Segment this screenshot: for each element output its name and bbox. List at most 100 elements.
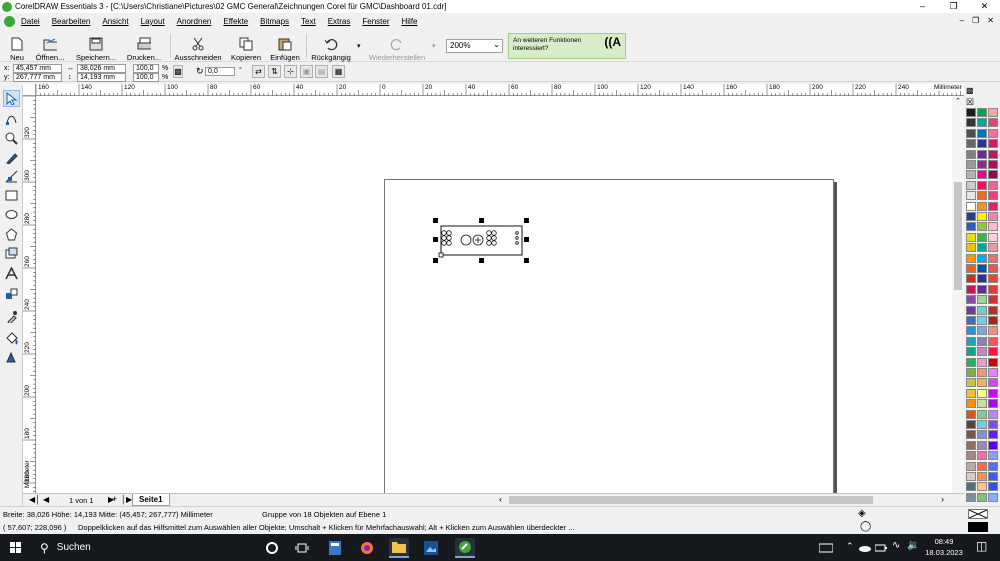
undo-dropdown-icon[interactable]: ▾: [357, 42, 361, 50]
color-swatch[interactable]: [966, 180, 976, 190]
clock-date[interactable]: 18.03.2023: [922, 548, 966, 557]
color-swatch[interactable]: [988, 180, 998, 190]
lock-ratio-button[interactable]: ▩: [173, 65, 183, 78]
rectangle-tool-icon[interactable]: [3, 187, 20, 204]
color-swatch[interactable]: [966, 108, 976, 117]
color-swatch[interactable]: [988, 264, 998, 273]
color-swatch[interactable]: [988, 461, 998, 471]
color-swatch[interactable]: [977, 243, 987, 253]
calculator-app-icon[interactable]: [325, 538, 345, 558]
y-position-field[interactable]: 267,777 mm: [13, 73, 62, 82]
color-swatch[interactable]: [966, 305, 976, 315]
color-swatch[interactable]: [977, 128, 987, 138]
color-swatch[interactable]: [988, 388, 998, 398]
color-swatch[interactable]: [988, 420, 998, 429]
interactive-fill-tool-icon[interactable]: [3, 349, 20, 366]
copy-button[interactable]: Kopieren: [230, 32, 262, 62]
color-swatch[interactable]: [988, 201, 998, 211]
color-swatch[interactable]: [977, 170, 987, 180]
text-tool-icon[interactable]: [3, 265, 20, 282]
wifi-icon[interactable]: ∿: [892, 540, 900, 551]
no-color-swatch[interactable]: ☒: [966, 97, 974, 108]
menu-fenster[interactable]: Fenster: [362, 17, 389, 26]
smart-fill-tool-icon[interactable]: [3, 168, 20, 185]
color-swatch[interactable]: [977, 492, 987, 502]
color-swatch[interactable]: [988, 222, 998, 232]
menu-hilfe[interactable]: Hilfe: [402, 17, 418, 26]
scroll-right-icon[interactable]: ›: [941, 494, 944, 504]
color-swatch[interactable]: [977, 180, 987, 190]
color-swatch[interactable]: [988, 430, 998, 440]
x-position-field[interactable]: 45,457 mm: [13, 64, 62, 73]
color-swatch[interactable]: [966, 118, 976, 128]
color-swatch[interactable]: [977, 440, 987, 450]
color-swatch[interactable]: [988, 336, 998, 346]
color-swatch[interactable]: [966, 212, 976, 221]
shape-tool-icon[interactable]: [3, 110, 20, 127]
color-swatch[interactable]: [988, 160, 998, 169]
color-swatch[interactable]: [966, 336, 976, 346]
color-swatch[interactable]: [966, 430, 976, 440]
paste-button[interactable]: Einfügen: [269, 32, 301, 62]
color-swatch[interactable]: [988, 108, 998, 117]
previous-page-icon[interactable]: ◀: [43, 495, 49, 504]
firefox-app-icon[interactable]: [357, 538, 377, 558]
color-swatch[interactable]: [977, 264, 987, 273]
eyedropper-tool-icon[interactable]: [3, 308, 20, 325]
color-swatch[interactable]: [977, 316, 987, 325]
color-swatch[interactable]: [977, 284, 987, 294]
mirror-vertical-button[interactable]: ⇅: [268, 65, 281, 78]
color-swatch[interactable]: [988, 284, 998, 294]
color-swatch[interactable]: [988, 482, 998, 492]
coreldraw-taskbar-icon[interactable]: [455, 538, 475, 558]
color-swatch[interactable]: [977, 388, 987, 398]
color-swatch[interactable]: [966, 347, 976, 357]
color-swatch[interactable]: [988, 253, 998, 263]
close-button[interactable]: ✕: [969, 0, 1000, 13]
open-button[interactable]: Öffnen...: [33, 32, 67, 62]
menu-bitmaps[interactable]: Bitmaps: [260, 17, 289, 26]
menu-text[interactable]: Text: [301, 17, 316, 26]
color-swatch[interactable]: [988, 295, 998, 305]
fill-tool-icon[interactable]: [3, 330, 20, 347]
drawing-canvas[interactable]: [36, 96, 952, 493]
color-swatch[interactable]: [966, 232, 976, 242]
doc-restore-button[interactable]: ❐: [972, 16, 979, 25]
color-swatch[interactable]: [977, 232, 987, 242]
color-swatch[interactable]: [977, 149, 987, 159]
ungroup-button[interactable]: ▤: [315, 65, 328, 78]
color-swatch[interactable]: [988, 378, 998, 388]
menu-effekte[interactable]: Effekte: [223, 17, 248, 26]
align-button[interactable]: ⊹: [284, 65, 297, 78]
color-swatch[interactable]: [988, 274, 998, 284]
horizontal-scroll-thumb[interactable]: [509, 496, 873, 504]
color-swatch[interactable]: [966, 201, 976, 211]
minimize-button[interactable]: –: [907, 0, 938, 13]
color-swatch[interactable]: [977, 253, 987, 263]
color-swatch[interactable]: [977, 409, 987, 419]
color-swatch[interactable]: [977, 326, 987, 336]
cortana-icon[interactable]: [262, 538, 282, 558]
color-swatch[interactable]: [966, 451, 976, 461]
color-swatch[interactable]: [966, 139, 976, 149]
color-swatch[interactable]: [977, 347, 987, 357]
redo-dropdown-icon[interactable]: ▾: [432, 42, 436, 50]
color-swatch[interactable]: [988, 472, 998, 481]
tab-page-1[interactable]: Seite1: [132, 494, 170, 506]
color-swatch[interactable]: [988, 128, 998, 138]
color-swatch[interactable]: [966, 420, 976, 429]
color-swatch[interactable]: [966, 472, 976, 481]
menu-datei[interactable]: Datei: [21, 17, 40, 26]
fill-color-swatch[interactable]: [968, 509, 988, 519]
undo-button[interactable]: Rückgängig: [311, 32, 351, 62]
color-swatch[interactable]: [977, 430, 987, 440]
photo-app-icon[interactable]: [421, 538, 441, 558]
color-swatch[interactable]: [977, 191, 987, 201]
color-swatch[interactable]: [966, 222, 976, 232]
color-swatch[interactable]: [988, 232, 998, 242]
color-swatch[interactable]: [988, 357, 998, 367]
keyboard-icon[interactable]: [818, 538, 834, 558]
taskbar-search[interactable]: ⚲ Suchen: [30, 534, 250, 561]
scroll-left-icon[interactable]: ‹: [499, 494, 502, 504]
color-swatch[interactable]: [977, 461, 987, 471]
